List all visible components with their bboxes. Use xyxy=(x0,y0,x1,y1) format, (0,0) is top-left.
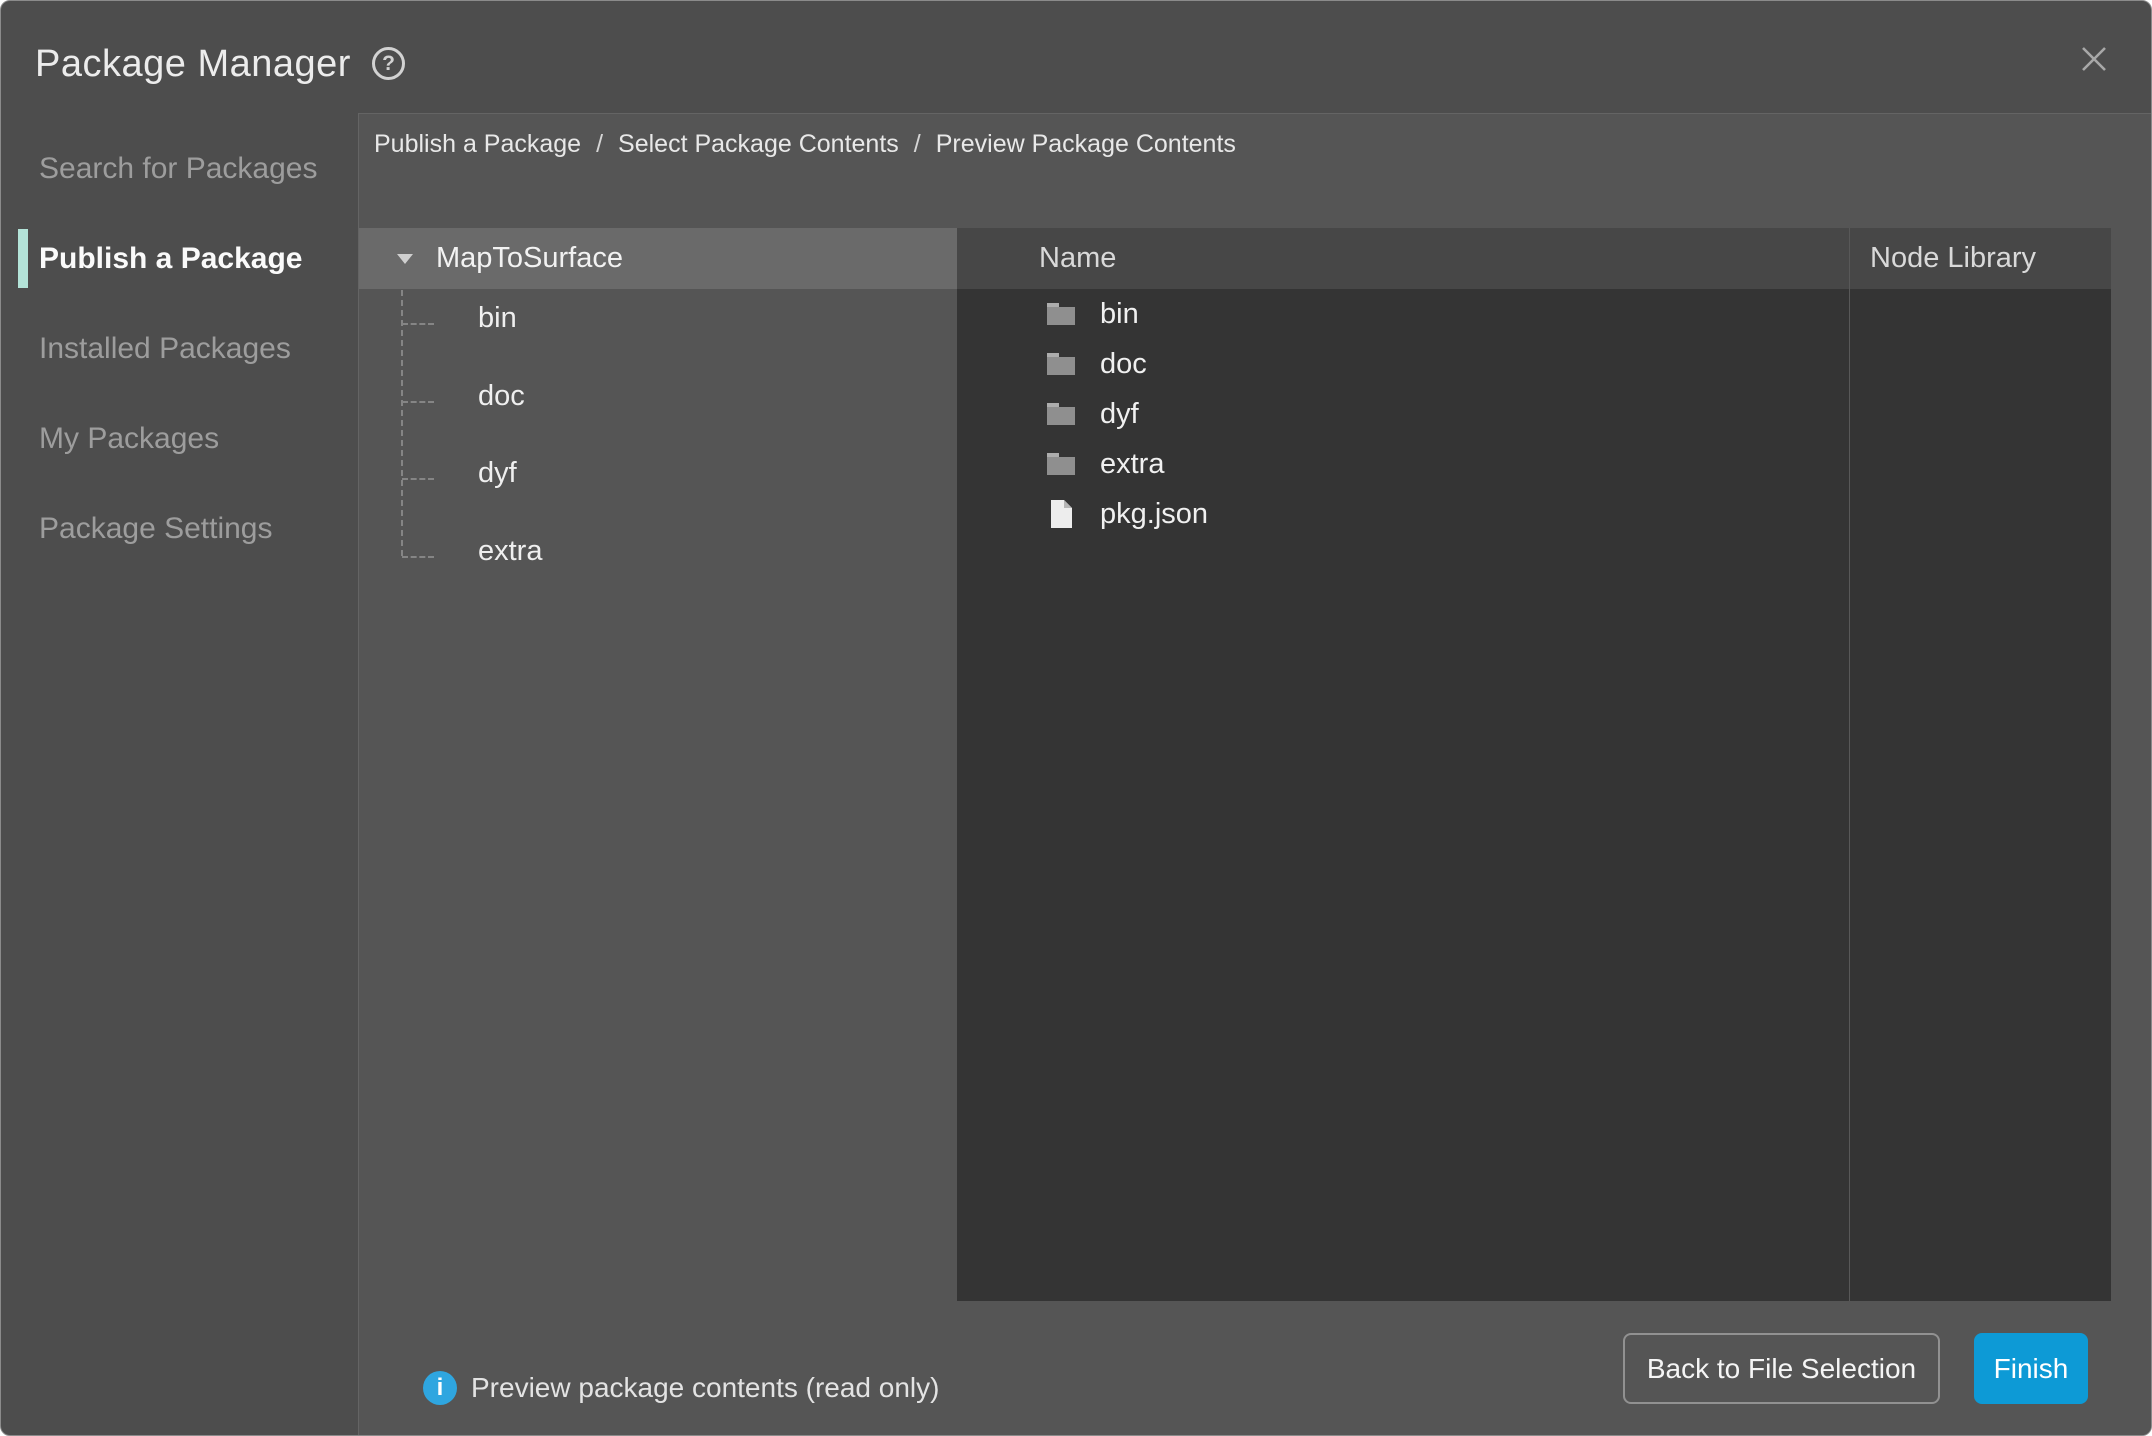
active-indicator xyxy=(18,229,28,288)
tree-item-doc[interactable]: doc xyxy=(359,366,957,427)
file-table-header: Name Node Library xyxy=(957,228,2111,289)
sidebar-item-search-for-packages[interactable]: Search for Packages xyxy=(1,124,358,214)
folder-icon xyxy=(1046,399,1076,429)
table-row-bin[interactable]: bin xyxy=(957,289,2111,339)
file-name: doc xyxy=(1100,348,1147,381)
finish-button[interactable]: Finish xyxy=(1974,1333,2088,1404)
breadcrumb-item-select-package-contents[interactable]: Select Package Contents xyxy=(618,130,899,159)
table-row-pkg-json[interactable]: pkg.json xyxy=(957,489,2111,539)
title-bar: Package Manager ? xyxy=(1,1,2151,113)
breadcrumb-separator: / xyxy=(596,130,603,159)
table-row-doc[interactable]: doc xyxy=(957,339,2111,389)
tree-item-dyf[interactable]: dyf xyxy=(359,443,957,504)
tree-root-label: MapToSurface xyxy=(436,242,623,275)
back-to-file-selection-button[interactable]: Back to File Selection xyxy=(1623,1333,1940,1404)
file-table-body: bin doc xyxy=(957,289,2111,539)
file-name: dyf xyxy=(1100,398,1139,431)
tree-item-label: dyf xyxy=(478,457,517,490)
table-row-extra[interactable]: extra xyxy=(957,439,2111,489)
sidebar-item-installed-packages[interactable]: Installed Packages xyxy=(1,304,358,394)
sidebar-item-label: Installed Packages xyxy=(39,332,291,366)
footer-note: Preview package contents (read only) xyxy=(471,1370,939,1406)
folder-icon xyxy=(1046,449,1076,479)
column-header-node-library: Node Library xyxy=(1870,242,2036,275)
sidebar-item-package-settings[interactable]: Package Settings xyxy=(1,484,358,574)
dialog-title: Package Manager xyxy=(35,43,351,86)
folder-icon xyxy=(1046,299,1076,329)
content-area: Publish a Package / Select Package Conte… xyxy=(358,113,2151,1435)
chevron-down-icon[interactable] xyxy=(397,254,413,264)
table-row-dyf[interactable]: dyf xyxy=(957,389,2111,439)
folder-icon xyxy=(1046,349,1076,379)
tree-item-bin[interactable]: bin xyxy=(359,288,957,349)
tree-item-label: bin xyxy=(478,302,517,335)
file-icon xyxy=(1046,499,1076,529)
package-manager-dialog: Package Manager ? Search for Packages Pu… xyxy=(0,0,2152,1436)
help-glyph: ? xyxy=(382,52,395,76)
file-name: extra xyxy=(1100,448,1164,481)
breadcrumb: Publish a Package / Select Package Conte… xyxy=(374,130,1236,159)
breadcrumb-separator: / xyxy=(914,130,921,159)
sidebar-item-label: Search for Packages xyxy=(39,152,317,186)
sidebar-item-label: Package Settings xyxy=(39,512,272,546)
sidebar: Search for Packages Publish a Package In… xyxy=(1,113,358,1435)
close-icon[interactable] xyxy=(2080,45,2108,73)
sidebar-item-my-packages[interactable]: My Packages xyxy=(1,394,358,484)
tree-item-label: doc xyxy=(478,380,525,413)
sidebar-item-label: My Packages xyxy=(39,422,219,456)
help-icon[interactable]: ? xyxy=(372,47,405,80)
sidebar-item-publish-a-package[interactable]: Publish a Package xyxy=(1,214,358,304)
tree-root-row-selected[interactable]: MapToSurface xyxy=(359,228,957,289)
file-table: Name Node Library bin xyxy=(957,228,2111,1301)
file-name: pkg.json xyxy=(1100,498,1208,531)
column-header-name: Name xyxy=(1039,242,1116,275)
breadcrumb-item-publish-a-package[interactable]: Publish a Package xyxy=(374,130,581,159)
file-name: bin xyxy=(1100,298,1139,331)
info-glyph: i xyxy=(437,1374,444,1402)
tree-item-extra[interactable]: extra xyxy=(359,521,957,582)
info-icon: i xyxy=(423,1371,457,1405)
breadcrumb-item-preview-package-contents[interactable]: Preview Package Contents xyxy=(936,130,1236,159)
sidebar-item-label: Publish a Package xyxy=(39,242,302,276)
tree-item-label: extra xyxy=(478,535,542,568)
